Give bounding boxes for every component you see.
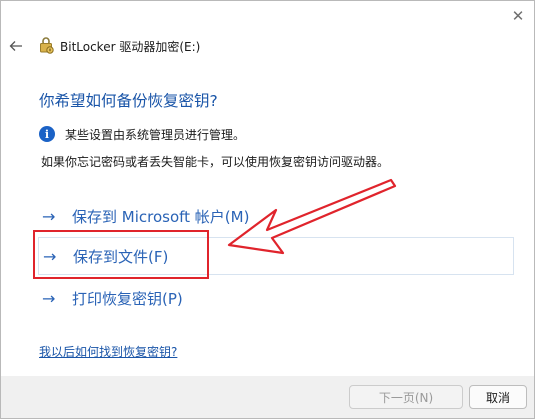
option-label: 打印恢复密钥(P) <box>72 289 183 308</box>
next-button[interactable]: 下一页(N) <box>349 385 463 409</box>
bitlocker-key-icon <box>40 37 54 54</box>
admin-note-text: 某些设置由系统管理员进行管理。 <box>65 128 246 142</box>
option-label: 保存到 Microsoft 帐户(M) <box>72 207 250 226</box>
option-label: 保存到文件(F) <box>73 247 169 266</box>
description-text: 如果你忘记密码或者丢失智能卡，可以使用恢复密钥访问驱动器。 <box>41 155 390 169</box>
option-save-to-file[interactable]: → 保存到文件(F) <box>38 237 514 275</box>
window-title: BitLocker 驱动器加密(E:) <box>60 40 201 54</box>
dialog-header: BitLocker 驱动器加密(E:) <box>1 31 534 65</box>
cancel-button[interactable]: 取消 <box>469 385 527 409</box>
back-arrow-icon <box>9 41 22 51</box>
page-heading: 你希望如何备份恢复密钥? <box>39 92 218 110</box>
right-arrow-icon: → <box>42 206 56 226</box>
option-print-recovery-key[interactable]: → 打印恢复密钥(P) <box>38 279 514 317</box>
dialog-footer: 下一页(N) 取消 <box>1 376 534 418</box>
info-icon: i <box>39 126 55 142</box>
option-save-microsoft-account[interactable]: → 保存到 Microsoft 帐户(M) <box>38 197 514 235</box>
help-link-find-recovery-key[interactable]: 我以后如何找到恢复密钥? <box>39 343 177 360</box>
right-arrow-icon: → <box>42 288 56 308</box>
back-button[interactable] <box>7 37 25 55</box>
right-arrow-icon: → <box>43 246 57 266</box>
close-button[interactable]: ✕ <box>505 5 531 27</box>
close-icon: ✕ <box>511 7 525 25</box>
bitlocker-dialog: ✕ BitLocker 驱动器加密(E:) 你希望如何备份恢复密钥? i 某些设… <box>0 0 535 419</box>
